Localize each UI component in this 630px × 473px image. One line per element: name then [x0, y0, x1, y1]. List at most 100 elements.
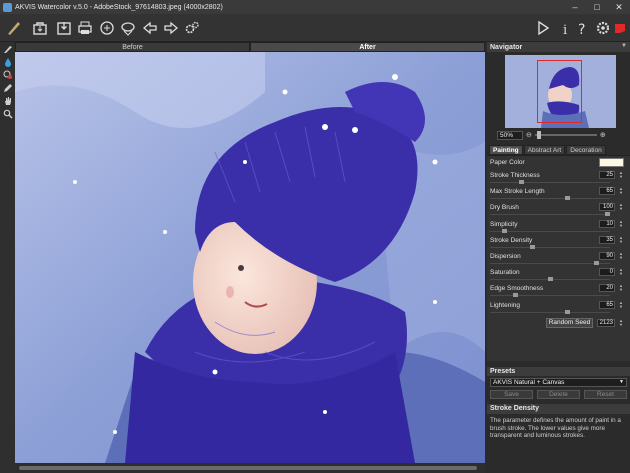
- settings-gears-icon[interactable]: [183, 19, 201, 37]
- simplicity-slider[interactable]: [490, 228, 610, 233]
- saturation-value[interactable]: 0: [599, 268, 615, 277]
- preferences-icon[interactable]: [594, 19, 612, 37]
- zoom-in-icon[interactable]: ⊕: [600, 131, 606, 139]
- preset-save-button[interactable]: Save: [490, 390, 533, 399]
- dry-brush-slider[interactable]: [490, 212, 610, 217]
- preset-reset-button[interactable]: Reset: [584, 390, 627, 399]
- param-lightening: Lightening 65 ▲ ▼: [490, 300, 627, 317]
- help-icon[interactable]: ?: [574, 19, 592, 37]
- brush-icon[interactable]: [0, 42, 15, 55]
- lightening-label: Lightening: [490, 301, 520, 309]
- param-dispersion: Dispersion 90 ▲ ▼: [490, 251, 627, 268]
- edge-smoothness-slider[interactable]: [490, 293, 610, 298]
- lightening-spinner[interactable]: ▲ ▼: [618, 300, 624, 309]
- hand-icon[interactable]: [0, 94, 15, 107]
- drop-icon[interactable]: [0, 55, 15, 68]
- image-canvas[interactable]: [15, 52, 485, 463]
- navigator-thumbnail[interactable]: [505, 55, 616, 128]
- max-stroke-length-value[interactable]: 65: [599, 187, 615, 196]
- stroke-density-spinner[interactable]: ▲ ▼: [618, 235, 624, 244]
- edge-smoothness-value[interactable]: 20: [599, 284, 615, 293]
- tab-after[interactable]: After: [250, 42, 485, 52]
- paper-color-label: Paper Color: [490, 159, 525, 166]
- collapse-icon[interactable]: ▼: [621, 43, 627, 49]
- lightening-slider-knob[interactable]: [565, 309, 570, 314]
- pencil-icon[interactable]: [0, 81, 15, 94]
- open-icon[interactable]: [31, 19, 49, 37]
- run-icon[interactable]: [534, 19, 552, 37]
- max-stroke-length-slider[interactable]: [490, 196, 610, 201]
- minimize-button[interactable]: –: [564, 0, 586, 14]
- presets-select[interactable]: AKVIS Natural + Canvas ▼: [490, 378, 627, 387]
- preset-delete-button[interactable]: Delete: [537, 390, 580, 399]
- redo-icon[interactable]: [162, 19, 180, 37]
- paper-color-swatch[interactable]: [599, 158, 624, 167]
- stroke-thickness-slider[interactable]: [490, 180, 610, 184]
- simplicity-value[interactable]: 10: [599, 219, 615, 228]
- save-icon[interactable]: [55, 19, 73, 37]
- zoom-select[interactable]: 50%: [497, 130, 523, 140]
- maximize-button[interactable]: □: [586, 0, 608, 14]
- akvis-logo-icon[interactable]: [611, 19, 629, 37]
- max-stroke-length-slider-knob[interactable]: [565, 196, 570, 201]
- navigator-viewport-frame[interactable]: [537, 60, 582, 123]
- dry-brush-label: Dry Brush: [490, 204, 519, 212]
- svg-text:?: ?: [578, 22, 585, 36]
- tab-painting[interactable]: Painting: [489, 145, 523, 155]
- zoom-slider[interactable]: [534, 131, 597, 139]
- navigator-title: Navigator: [490, 43, 523, 51]
- zoom-icon[interactable]: [0, 107, 15, 120]
- lightening-slider[interactable]: [490, 309, 610, 314]
- close-button[interactable]: ✕: [608, 0, 630, 14]
- simplicity-spinner[interactable]: ▲ ▼: [618, 219, 624, 228]
- share-icon[interactable]: [98, 19, 116, 37]
- dry-brush-slider-knob[interactable]: [605, 212, 610, 217]
- stroke-thickness-value[interactable]: 25: [599, 171, 615, 179]
- tab-before[interactable]: Before: [15, 42, 250, 52]
- random-seed-button[interactable]: Random Seed: [546, 317, 593, 328]
- saturation-slider[interactable]: [490, 277, 610, 282]
- edge-smoothness-slider-knob[interactable]: [513, 293, 518, 298]
- stroke-thickness-slider-knob[interactable]: [519, 180, 524, 184]
- dry-brush-spinner[interactable]: ▲ ▼: [618, 203, 624, 211]
- zoom-out-icon[interactable]: ⊖: [526, 131, 532, 139]
- max-stroke-length-label: Max Stroke Length: [490, 188, 545, 196]
- dispersion-slider-knob[interactable]: [594, 260, 599, 265]
- zoom-slider-knob[interactable]: [536, 131, 541, 139]
- zoom-controls: 50% ⊖ ⊕: [487, 129, 630, 141]
- batch-icon[interactable]: [119, 19, 137, 37]
- painting-params: Paper Color Stroke Thickness 25 ▲ ▼ Max Stro…: [487, 155, 630, 361]
- watercolor-child-image: [15, 52, 485, 463]
- param-max-stroke-length: Max Stroke Length 65 ▲ ▼: [490, 187, 627, 203]
- print-icon[interactable]: [76, 19, 94, 37]
- edge-smoothness-spinner[interactable]: ▲ ▼: [618, 284, 624, 292]
- max-stroke-length-spinner[interactable]: ▲ ▼: [618, 187, 624, 195]
- dry-brush-value[interactable]: 100: [599, 203, 615, 212]
- stamp-icon[interactable]: [0, 68, 15, 81]
- saturation-slider-knob[interactable]: [548, 277, 553, 282]
- simplicity-slider-knob[interactable]: [502, 228, 507, 233]
- dispersion-value[interactable]: 90: [599, 251, 615, 260]
- tab-decoration[interactable]: Decoration: [566, 145, 606, 155]
- saturation-spinner[interactable]: ▲ ▼: [618, 268, 624, 276]
- random-seed-value[interactable]: 2123: [597, 318, 615, 327]
- stroke-thickness-label: Stroke Thickness: [490, 172, 540, 179]
- random-seed-spinner[interactable]: ▲ ▼: [618, 318, 624, 327]
- stroke-density-slider[interactable]: [490, 244, 610, 249]
- tools-panel: [0, 42, 15, 473]
- stroke-thickness-spinner[interactable]: ▲ ▼: [618, 171, 624, 179]
- scrollbar-thumb[interactable]: [19, 466, 477, 470]
- stroke-density-value[interactable]: 35: [599, 235, 615, 244]
- canvas-scrollbar[interactable]: [15, 463, 485, 473]
- app-icon: [3, 2, 12, 12]
- lightening-value[interactable]: 65: [599, 300, 615, 309]
- tab-abstract-art[interactable]: Abstract Art: [523, 145, 566, 155]
- param-simplicity: Simplicity 10 ▲ ▼: [490, 219, 627, 236]
- simplicity-label: Simplicity: [490, 220, 518, 228]
- info-icon[interactable]: i: [556, 19, 574, 37]
- undo-icon[interactable]: [141, 19, 159, 37]
- dispersion-spinner[interactable]: ▲ ▼: [618, 251, 624, 260]
- navigator-header: Navigator ▼: [487, 42, 630, 52]
- stroke-density-slider-knob[interactable]: [530, 244, 535, 249]
- dispersion-slider[interactable]: [490, 260, 610, 265]
